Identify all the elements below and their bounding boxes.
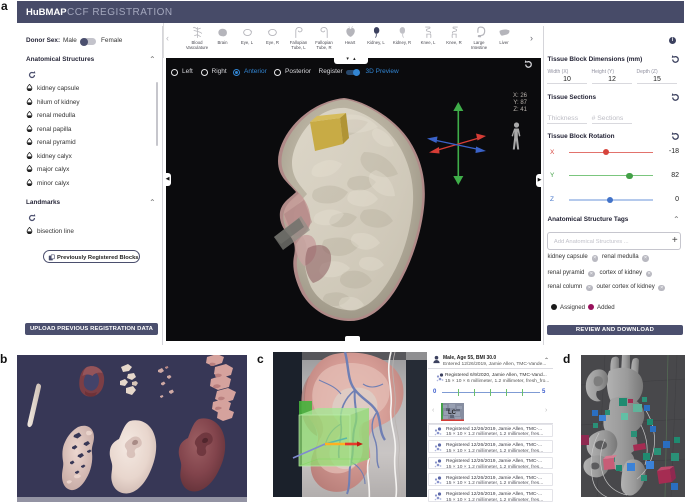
svg-text:LC: LC xyxy=(448,410,457,416)
